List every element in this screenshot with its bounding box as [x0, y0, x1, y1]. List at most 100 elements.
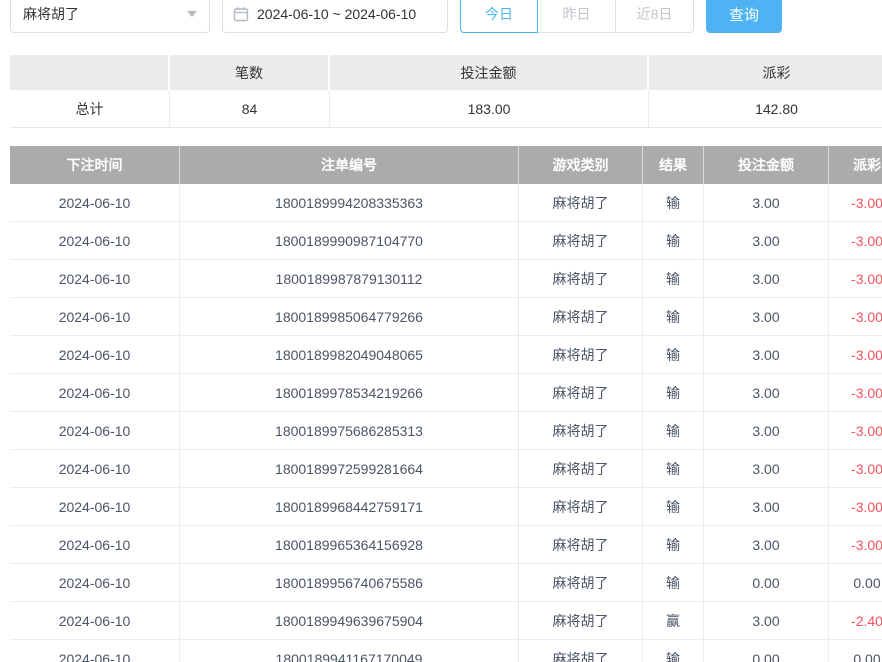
table-cell: 麻将胡了 — [519, 602, 643, 639]
summary-header-cell: 派彩 — [649, 55, 882, 90]
table-cell: 麻将胡了 — [519, 374, 643, 411]
table-cell: 2024-06-10 — [10, 260, 180, 297]
table-row: 2024-06-101800189968442759171麻将胡了输3.00-3… — [10, 488, 882, 526]
chevron-down-icon — [187, 11, 197, 17]
table-cell: -3.00 — [829, 184, 882, 221]
table-cell: 输 — [643, 412, 704, 449]
table-cell: 麻将胡了 — [519, 412, 643, 449]
game-select[interactable]: 麻将胡了 — [10, 0, 210, 33]
table-cell: 麻将胡了 — [519, 526, 643, 563]
table-cell: 0.00 — [704, 640, 829, 662]
table-cell: -3.00 — [829, 298, 882, 335]
quick-filter-button[interactable]: 近8日 — [616, 0, 694, 33]
table-cell: 麻将胡了 — [519, 640, 643, 662]
table-cell: 赢 — [643, 602, 704, 639]
table-cell: 3.00 — [704, 488, 829, 525]
table-cell: 2024-06-10 — [10, 222, 180, 259]
table-cell: 3.00 — [704, 298, 829, 335]
table-cell: -3.00 — [829, 336, 882, 373]
quick-filter-button[interactable]: 昨日 — [538, 0, 616, 33]
table-row: 2024-06-101800189987879130112麻将胡了输3.00-3… — [10, 260, 882, 298]
table-row: 2024-06-101800189949639675904麻将胡了赢3.00-2… — [10, 602, 882, 640]
table-cell: 输 — [643, 640, 704, 662]
table-cell: 1800189975686285313 — [180, 412, 519, 449]
table-cell: 输 — [643, 222, 704, 259]
summary-total-cell: 总计 — [10, 90, 170, 127]
calendar-icon — [233, 6, 249, 22]
table-cell: 3.00 — [704, 450, 829, 487]
table-row: 2024-06-101800189982049048065麻将胡了输3.00-3… — [10, 336, 882, 374]
table-cell: 2024-06-10 — [10, 298, 180, 335]
summary-header-cell: 笔数 — [170, 55, 330, 90]
table-row: 2024-06-101800189978534219266麻将胡了输3.00-3… — [10, 374, 882, 412]
table-cell: 1800189985064779266 — [180, 298, 519, 335]
table-cell: 输 — [643, 374, 704, 411]
table-cell: 1800189968442759171 — [180, 488, 519, 525]
table-cell: 麻将胡了 — [519, 222, 643, 259]
table-row: 2024-06-101800189990987104770麻将胡了输3.00-3… — [10, 222, 882, 260]
table-cell: 2024-06-10 — [10, 602, 180, 639]
table-cell: 1800189956740675586 — [180, 564, 519, 601]
table-header-cell: 游戏类别 — [519, 146, 643, 184]
table-cell: 0.00 — [829, 640, 882, 662]
table-cell: 2024-06-10 — [10, 488, 180, 525]
table-cell: -3.00 — [829, 412, 882, 449]
table-cell: 麻将胡了 — [519, 184, 643, 221]
table-cell: 输 — [643, 564, 704, 601]
query-button[interactable]: 查询 — [706, 0, 782, 33]
table-cell: -3.00 — [829, 222, 882, 259]
table-cell: -2.40 — [829, 602, 882, 639]
table-body: 2024-06-101800189994208335363麻将胡了输3.00-3… — [10, 184, 882, 662]
table-cell: 2024-06-10 — [10, 412, 180, 449]
table-cell: 1800189990987104770 — [180, 222, 519, 259]
table-row: 2024-06-101800189941167170049麻将胡了输0.000.… — [10, 640, 882, 662]
table-cell: 2024-06-10 — [10, 374, 180, 411]
table-cell: 3.00 — [704, 374, 829, 411]
table-cell: 输 — [643, 184, 704, 221]
table-row: 2024-06-101800189975686285313麻将胡了输3.00-3… — [10, 412, 882, 450]
table-cell: 3.00 — [704, 526, 829, 563]
date-range-value: 2024-06-10 ~ 2024-06-10 — [257, 6, 416, 22]
table-cell: 麻将胡了 — [519, 336, 643, 373]
table-header-cell: 投注金额 — [704, 146, 829, 184]
bet-records-table: 下注时间注单编号游戏类别结果投注金额派彩 2024-06-10180018999… — [10, 146, 882, 662]
table-cell: 输 — [643, 488, 704, 525]
table-cell: 1800189978534219266 — [180, 374, 519, 411]
table-cell: 麻将胡了 — [519, 298, 643, 335]
table-row: 2024-06-101800189985064779266麻将胡了输3.00-3… — [10, 298, 882, 336]
table-cell: -3.00 — [829, 374, 882, 411]
summary-header-row: 笔数投注金额派彩 — [10, 55, 882, 90]
table-cell: 3.00 — [704, 412, 829, 449]
summary-total-cell: 183.00 — [330, 90, 649, 127]
filter-toolbar: 麻将胡了 2024-06-10 ~ 2024-06-10 今日昨日近8日 查询 — [10, 0, 782, 33]
table-cell: -3.00 — [829, 450, 882, 487]
table-cell: 3.00 — [704, 336, 829, 373]
table-cell: 1800189987879130112 — [180, 260, 519, 297]
table-row: 2024-06-101800189972599281664麻将胡了输3.00-3… — [10, 450, 882, 488]
table-cell: -3.00 — [829, 488, 882, 525]
date-range-input[interactable]: 2024-06-10 ~ 2024-06-10 — [222, 0, 448, 33]
quick-filter-group: 今日昨日近8日 — [460, 0, 694, 33]
table-cell: 1800189972599281664 — [180, 450, 519, 487]
table-cell: 2024-06-10 — [10, 450, 180, 487]
table-row: 2024-06-101800189994208335363麻将胡了输3.00-3… — [10, 184, 882, 222]
table-cell: 0.00 — [704, 564, 829, 601]
table-cell: 2024-06-10 — [10, 640, 180, 662]
table-cell: 输 — [643, 450, 704, 487]
table-header-row: 下注时间注单编号游戏类别结果投注金额派彩 — [10, 146, 882, 184]
table-cell: 输 — [643, 526, 704, 563]
table-cell: 3.00 — [704, 602, 829, 639]
table-cell: 2024-06-10 — [10, 564, 180, 601]
quick-filter-button[interactable]: 今日 — [460, 0, 538, 33]
table-cell: 输 — [643, 298, 704, 335]
table-cell: 1800189949639675904 — [180, 602, 519, 639]
table-cell: -3.00 — [829, 260, 882, 297]
table-cell: 1800189965364156928 — [180, 526, 519, 563]
summary-total-cell: 84 — [170, 90, 330, 127]
table-cell: 3.00 — [704, 222, 829, 259]
table-cell: 2024-06-10 — [10, 526, 180, 563]
table-cell: 2024-06-10 — [10, 184, 180, 221]
table-cell: 1800189994208335363 — [180, 184, 519, 221]
table-cell: 1800189982049048065 — [180, 336, 519, 373]
game-select-value: 麻将胡了 — [23, 4, 79, 24]
